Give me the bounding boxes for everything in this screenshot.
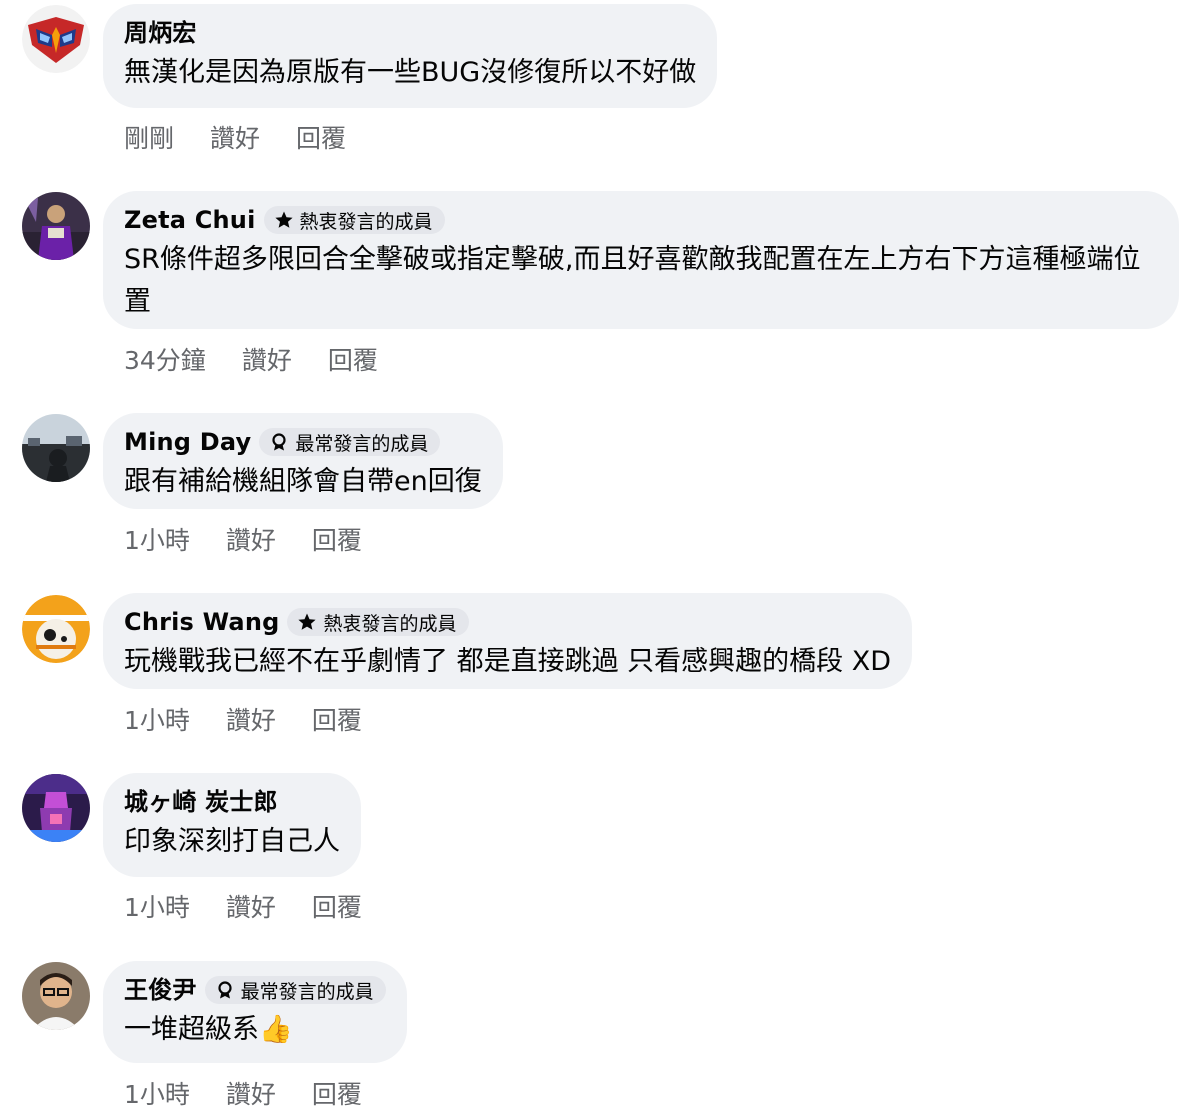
comment-text: 無漢化是因為原版有一些BUG沒修復所以不好做 [124, 57, 697, 88]
badge-label: 熱衷發言的成員 [323, 612, 457, 635]
reply-button[interactable]: 回覆 [312, 526, 362, 556]
comment-time[interactable]: 34分鐘 [124, 346, 206, 376]
like-button[interactable]: 讚好 [226, 893, 276, 923]
comment-author[interactable]: 周炳宏 [124, 18, 197, 48]
avatar[interactable] [22, 774, 90, 842]
medal-icon [269, 432, 289, 452]
avatar[interactable] [22, 595, 90, 663]
comment-time[interactable]: 剛剛 [124, 124, 174, 154]
comment-author[interactable]: 王俊尹 [124, 975, 197, 1005]
comment-time[interactable]: 1小時 [124, 893, 190, 923]
comment-time[interactable]: 1小時 [124, 706, 190, 736]
member-badge: 熱衷發言的成員 [287, 608, 469, 636]
badge-label: 熱衷發言的成員 [299, 210, 433, 233]
avatar[interactable] [22, 5, 90, 73]
like-button[interactable]: 讚好 [226, 1080, 276, 1110]
member-badge: 最常發言的成員 [204, 976, 386, 1004]
reply-button[interactable]: 回覆 [328, 346, 378, 376]
comment-author[interactable]: Ming Day [124, 427, 251, 457]
comment-text: 一堆超級系👍 [124, 1014, 293, 1045]
comment-bubble: 王俊尹 最常發言的成員 一堆超級系👍 [103, 961, 407, 1063]
medal-icon [215, 980, 235, 1000]
comment-time[interactable]: 1小時 [124, 1080, 190, 1110]
like-button[interactable]: 讚好 [226, 706, 276, 736]
badge-label: 最常發言的成員 [240, 980, 374, 1003]
comment-author[interactable]: Zeta Chui [124, 205, 256, 235]
avatar[interactable] [22, 962, 90, 1030]
like-button[interactable]: 讚好 [210, 124, 260, 154]
reply-button[interactable]: 回覆 [296, 124, 346, 154]
comment-bubble: 周炳宏 無漢化是因為原版有一些BUG沒修復所以不好做 [103, 4, 718, 108]
comment-author[interactable]: Chris Wang [124, 607, 279, 637]
star-icon [274, 210, 294, 230]
comment-bubble: Chris Wang 熱衷發言的成員 玩機戰我已經不在乎劇情了 都是直接跳過 只… [103, 593, 913, 689]
comment-bubble: Zeta Chui 熱衷發言的成員 SR條件超多限回合全擊破或指定擊破,而且好喜… [103, 191, 1179, 329]
comment-text: 印象深刻打自己人 [124, 826, 340, 857]
like-button[interactable]: 讚好 [226, 526, 276, 556]
comment-text: 玩機戰我已經不在乎劇情了 都是直接跳過 只看感興趣的橋段 XD [124, 646, 892, 677]
avatar[interactable] [22, 192, 90, 260]
reply-button[interactable]: 回覆 [312, 1080, 362, 1110]
star-icon [297, 612, 317, 632]
badge-label: 最常發言的成員 [295, 432, 429, 455]
comment-text: SR條件超多限回合全擊破或指定擊破,而且好喜歡敵我配置在左上方右下方這種極端位置 [124, 244, 1141, 317]
comment-bubble: 城ヶ崎 炭士郎 印象深刻打自己人 [103, 773, 361, 877]
like-button[interactable]: 讚好 [242, 346, 292, 376]
avatar[interactable] [22, 414, 90, 482]
comment-author[interactable]: 城ヶ崎 炭士郎 [124, 787, 278, 817]
reply-button[interactable]: 回覆 [312, 706, 362, 736]
comment-text: 跟有補給機組隊會自帶en回復 [124, 466, 482, 497]
member-badge: 最常發言的成員 [259, 428, 441, 456]
member-badge: 熱衷發言的成員 [263, 206, 445, 234]
comment-time[interactable]: 1小時 [124, 526, 190, 556]
reply-button[interactable]: 回覆 [312, 893, 362, 923]
comment-bubble: Ming Day 最常發言的成員 跟有補給機組隊會自帶en回復 [103, 413, 503, 509]
